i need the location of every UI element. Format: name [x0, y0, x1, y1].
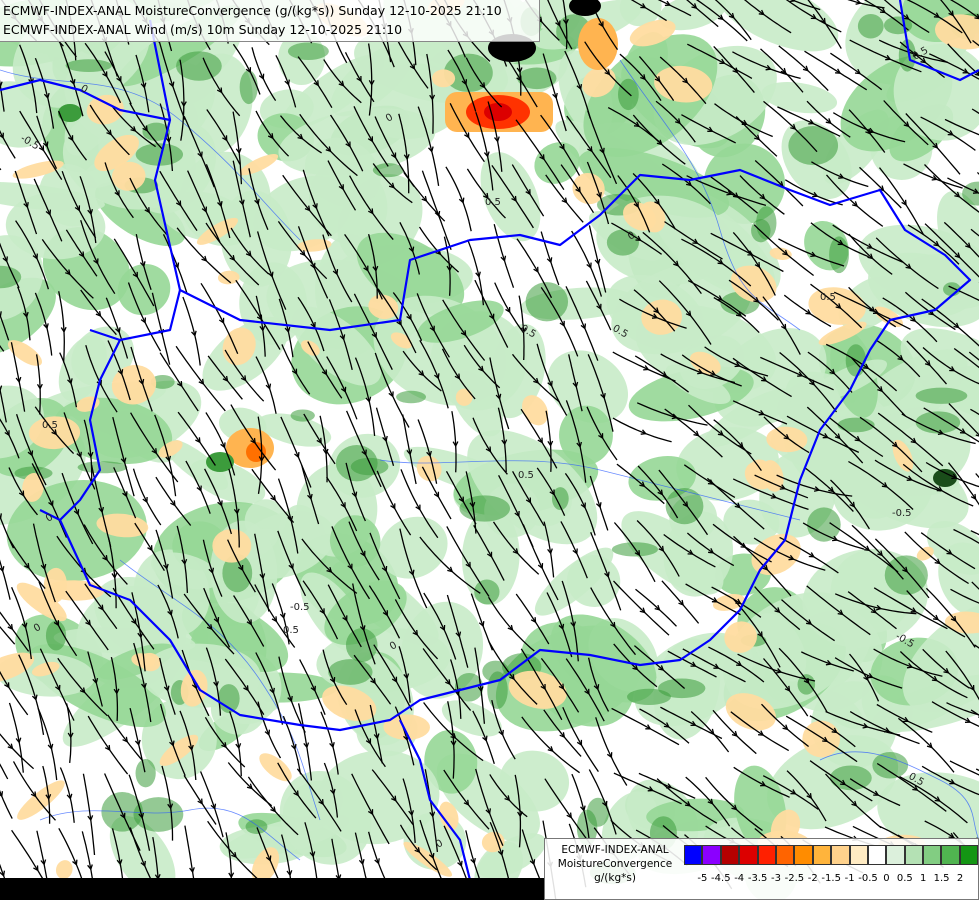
legend-swatch: [702, 845, 721, 865]
divergence-patch: [431, 69, 456, 88]
strong-convergence-patch: [245, 819, 268, 834]
strong-convergence-patch: [618, 78, 639, 111]
legend-tick-label: -5: [697, 873, 708, 884]
legend-tick-label: 0.5: [896, 873, 913, 884]
legend-swatch: [720, 845, 740, 865]
strong-convergence-patch: [606, 229, 639, 256]
legend-tick-label: -1: [844, 873, 855, 884]
strong-convergence-patch: [65, 59, 112, 73]
legend-tick-label: -1.5: [821, 873, 841, 884]
divergence-patch-north: [578, 18, 618, 70]
legend-swatch: [812, 845, 832, 865]
title-line-wind: ECMWF-INDEX-ANAL Wind (m/s) 10m Sunday 1…: [3, 22, 403, 37]
legend-swatch: [739, 845, 758, 865]
divergence-patch: [212, 528, 252, 563]
legend-tick-label: -0.5: [858, 873, 878, 884]
contour-label: -0.5: [892, 508, 912, 519]
legend-swatch: [775, 845, 795, 865]
legend-swatch: [757, 845, 776, 865]
legend-swatch: [849, 845, 868, 865]
strong-convergence-patch: [872, 752, 909, 779]
legend-swatch: [886, 845, 905, 865]
legend-tick-labels: -5 -4.5 -4 -3.5 -3 -2.5 -2 -1.5 -1 -0.5 0 0.5 1 1.5 2: [684, 873, 974, 887]
legend-swatch: [867, 845, 887, 865]
legend-title: ECMWF-INDEX-ANAL MoistureConvergence g/(…: [549, 843, 681, 885]
strong-convergence-patch: [627, 688, 671, 705]
strong-convergence-patch: [915, 387, 968, 404]
legend-tick-label: -3.5: [747, 873, 768, 884]
strong-convergence-patch: [239, 70, 258, 105]
contour-label: 0.5: [518, 470, 534, 481]
contour-label: 0.5: [42, 420, 58, 431]
legend-tick-label: 2: [956, 873, 964, 884]
strong-convergence-patch: [290, 409, 315, 422]
strong-convergence-patch: [837, 417, 875, 433]
legend-title-unit: g/(kg*s): [594, 872, 636, 884]
color-legend: ECMWF-INDEX-ANAL MoistureConvergence g/(…: [544, 838, 979, 900]
contour-label: 0.5: [820, 292, 836, 303]
legend-tick-label: 0: [883, 873, 890, 884]
legend-swatch: [684, 845, 703, 865]
legend-tick-label: 1: [920, 873, 927, 884]
weather-map: 00.5-0.500.50.50-0.50.50 0.50.500.5-0.500…: [0, 0, 979, 900]
strong-convergence-patch: [482, 660, 509, 683]
title-line-moisture: ECMWF-INDEX-ANAL MoistureConvergence (g/…: [3, 3, 502, 18]
divergence-patch: [455, 388, 473, 406]
strong-divergence-center: [484, 103, 512, 121]
strong-convergence-patch: [45, 620, 67, 651]
strong-convergence-patch: [287, 42, 329, 61]
legend-tick-label: -4.5: [711, 873, 731, 884]
strong-convergence-patch: [135, 758, 156, 788]
legend-tick-label: -2.5: [784, 873, 805, 884]
contour-label: 0.5: [283, 625, 299, 636]
contour-label: -0.5: [290, 602, 310, 613]
legend-title-model: ECMWF-INDEX-ANAL: [561, 844, 669, 856]
strong-convergence-patch: [915, 411, 961, 434]
legend-tick-label: -3: [771, 873, 781, 884]
strong-convergence-patch: [857, 13, 884, 39]
bottom-bar: [0, 878, 544, 900]
strong-convergence-patch: [396, 390, 427, 404]
legend-title-variable: MoistureConvergence: [557, 858, 673, 870]
legend-tick-label: 1.5: [933, 873, 950, 884]
contour-label: 0.5: [485, 197, 501, 208]
legend-swatch: [831, 845, 850, 865]
legend-swatch: [794, 845, 813, 865]
legend-swatch: [941, 845, 960, 865]
legend-swatch: [923, 845, 942, 865]
strong-convergence-patch: [807, 507, 841, 542]
legend-swatch: [904, 845, 924, 865]
legend-swatch: [959, 845, 979, 865]
strong-convergence-patch: [665, 487, 704, 525]
legend-color-bar: [684, 845, 979, 865]
strong-convergence-patch: [335, 444, 378, 482]
strong-convergence-patch: [829, 765, 872, 791]
legend-tick-label: -2: [807, 873, 818, 884]
legend-tick-label: -4: [734, 873, 745, 884]
map-title: ECMWF-INDEX-ANAL MoistureConvergence (g/…: [0, 0, 540, 42]
